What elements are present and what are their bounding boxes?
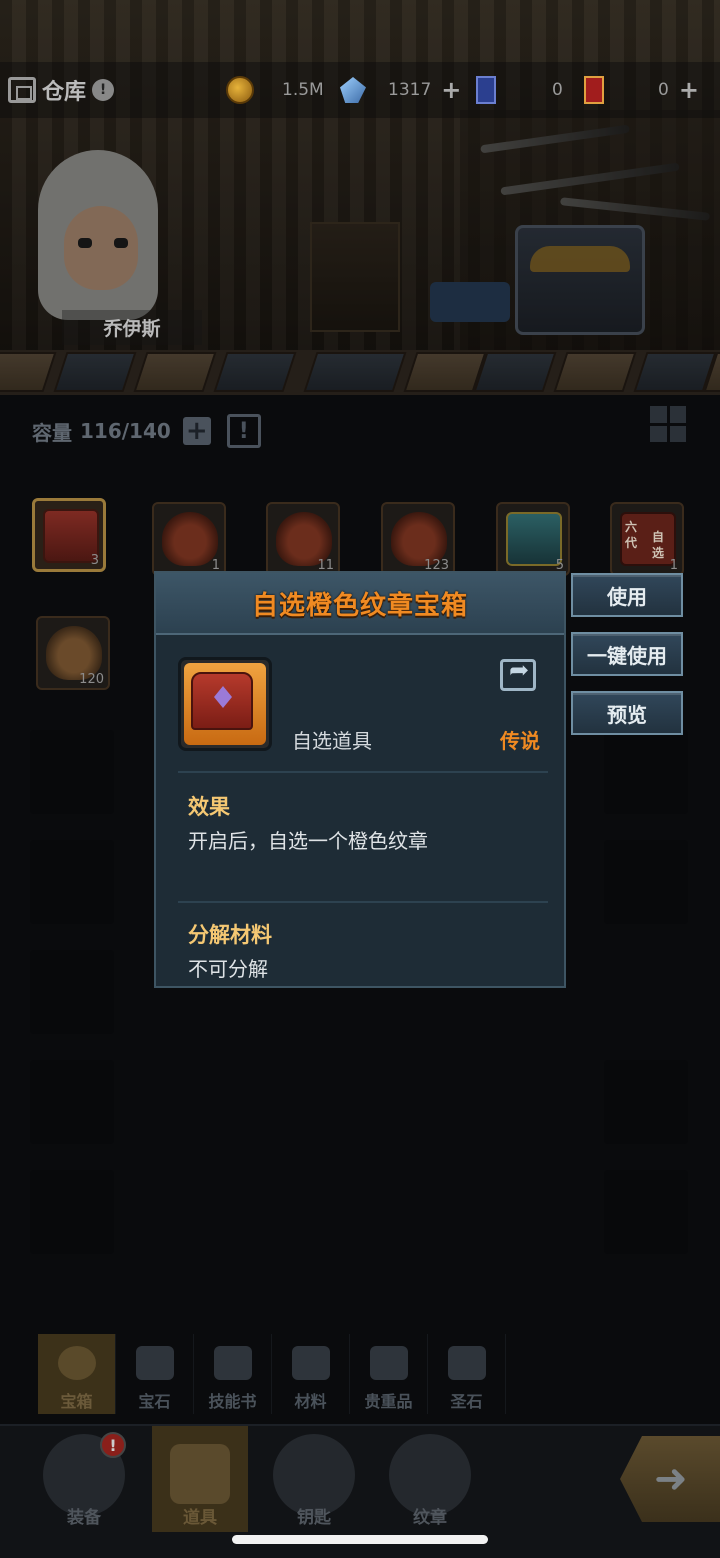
preview-button[interactable]: 预览: [571, 691, 683, 735]
tab-label: 宝石: [138, 1392, 171, 1411]
item-count: 3: [90, 553, 99, 568]
item-type: 自选道具: [292, 729, 372, 753]
book-icon: [213, 1346, 252, 1380]
gold-value: 1.5M: [282, 80, 324, 100]
nav-label: 道具: [183, 1508, 217, 1528]
diamond-value: 1317: [388, 80, 432, 100]
nav-items[interactable]: 道具: [152, 1426, 248, 1532]
nav-key[interactable]: 钥匙: [266, 1426, 362, 1532]
red-card-resource: 0 +: [584, 76, 699, 104]
popup-title: 自选橙色纹章宝箱: [251, 590, 468, 621]
warehouse-title: 仓库 !: [8, 74, 115, 106]
nav-emblem[interactable]: 纹章: [382, 1426, 478, 1532]
home-indicator[interactable]: [232, 1535, 488, 1544]
capacity-row: 容量 116/140 + !: [32, 414, 261, 448]
red-card-value: 0: [658, 80, 669, 100]
teal-chest-icon: [506, 512, 562, 566]
tab-valuable[interactable]: 贵重品: [350, 1334, 428, 1414]
effect-text: 开启后，自选一个橙色纹章: [188, 829, 428, 853]
tab-label: 宝箱: [60, 1392, 93, 1411]
items-icon: [170, 1444, 230, 1504]
go-button[interactable]: ➜: [620, 1436, 720, 1522]
nav-label: 纹章: [413, 1508, 447, 1528]
popup-header: 自选橙色纹章宝箱: [156, 573, 564, 635]
tab-holy-stone[interactable]: 圣石: [428, 1334, 506, 1414]
category-tabs: 宝箱 宝石 技能书 材料 贵重品 圣石: [38, 1334, 506, 1414]
blue-card-resource: 0: [476, 76, 563, 104]
crystal-icon: [340, 77, 366, 103]
top-bar: 仓库 ! 1.5M 1317 + 0 0 +: [0, 62, 720, 118]
page-title: 仓库: [42, 80, 87, 105]
item-rarity: 传说: [500, 729, 540, 753]
share-icon[interactable]: [500, 656, 536, 691]
clay-pot-icon: [162, 512, 218, 566]
inventory-item-orange-chest[interactable]: 3: [32, 498, 106, 572]
effect-title: 效果: [188, 795, 230, 819]
hero-name: 乔伊斯: [62, 310, 202, 345]
grid-view-icon[interactable]: [650, 406, 686, 442]
valuable-icon: [369, 1346, 408, 1380]
arrow-right-icon: ➜: [654, 1456, 688, 1502]
blue-card-icon: [476, 76, 496, 104]
decompose-title: 分解材料: [188, 923, 272, 947]
use-button[interactable]: 使用: [571, 573, 683, 617]
coin-icon: [226, 76, 254, 104]
inventory-item-bronze-jar[interactable]: 120: [36, 616, 110, 690]
tab-label: 贵重品: [364, 1392, 413, 1411]
capacity-label: 容量: [32, 420, 72, 445]
chest-icon: [57, 1346, 96, 1380]
item-detail-popup: 自选橙色纹章宝箱 自选道具 传说 效果 开启后，自选一个橙色纹章 分解材料 不可…: [154, 571, 566, 988]
tab-chest[interactable]: 宝箱: [38, 1334, 116, 1414]
tab-skill-book[interactable]: 技能书: [194, 1334, 272, 1414]
inventory-item-pot-1[interactable]: 1: [152, 502, 226, 576]
item-count: 120: [79, 672, 104, 687]
material-icon: [291, 1346, 330, 1380]
building-icon: [8, 77, 36, 103]
gem-icon: [135, 1346, 174, 1380]
inventory-item-teal-chest[interactable]: 5: [496, 502, 570, 576]
inventory-item-tag-chest[interactable]: 六 代 自 选 1: [610, 502, 684, 576]
nav-label: 钥匙: [297, 1508, 331, 1528]
diamond-resource: 1317 +: [340, 76, 461, 104]
tab-label: 材料: [294, 1392, 327, 1411]
warehouse-scene: 乔伊斯: [0, 0, 720, 395]
add-red-card-button[interactable]: +: [679, 76, 699, 104]
tab-label: 技能书: [208, 1392, 257, 1411]
tab-gem[interactable]: 宝石: [116, 1334, 194, 1414]
use-all-button[interactable]: 一键使用: [571, 632, 683, 676]
tab-material[interactable]: 材料: [272, 1334, 350, 1414]
alert-badge: !: [100, 1432, 126, 1458]
expand-capacity-button[interactable]: +: [182, 416, 211, 446]
item-icon-large: [178, 657, 272, 751]
holy-stone-icon: [447, 1346, 486, 1380]
item-count: 1: [669, 558, 678, 573]
inventory-item-pot-3[interactable]: 123: [381, 502, 455, 576]
inventory-item-pot-2[interactable]: 11: [266, 502, 340, 576]
nav-label: 装备: [67, 1508, 101, 1528]
tab-label: 圣石: [450, 1392, 483, 1411]
info-icon[interactable]: !: [92, 79, 115, 101]
blue-card-value: 0: [552, 80, 563, 100]
capacity-value: 116/140: [80, 419, 171, 443]
tag-chest-icon: 六 代 自 选: [620, 512, 676, 566]
alert-icon[interactable]: !: [226, 414, 261, 448]
decompose-text: 不可分解: [188, 957, 268, 981]
gold-resource: 1.5M: [226, 76, 324, 104]
add-diamond-button[interactable]: +: [441, 76, 461, 104]
red-card-icon: [584, 76, 604, 104]
